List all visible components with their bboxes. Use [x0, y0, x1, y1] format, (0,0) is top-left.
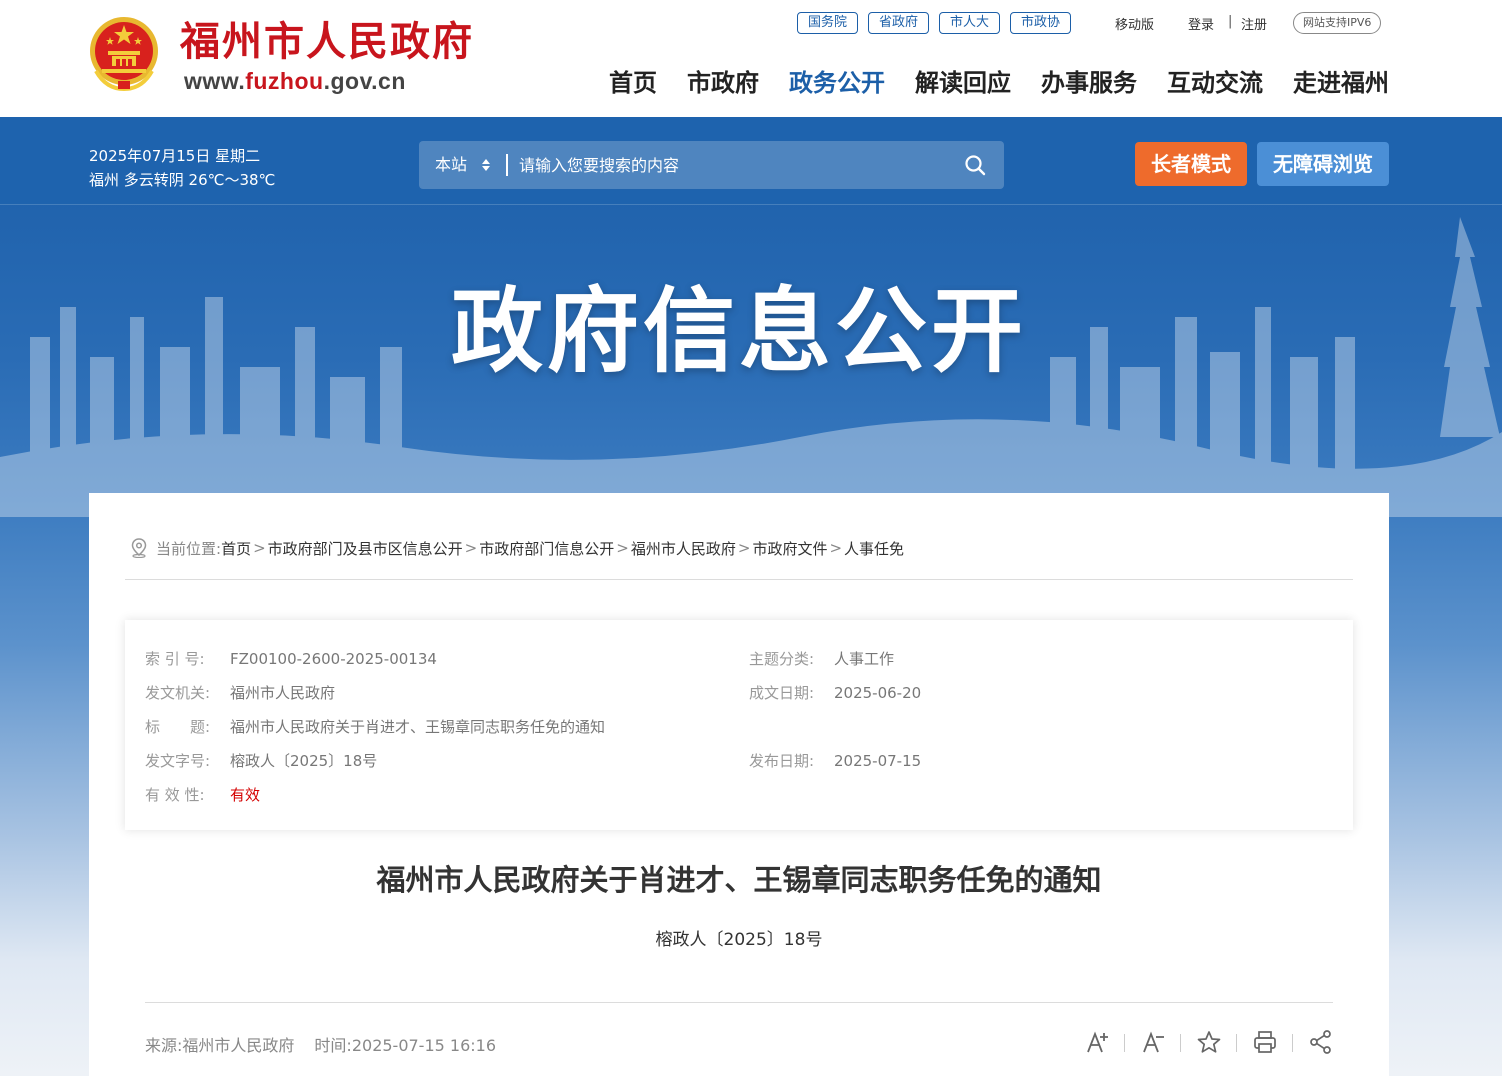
meta-validity-value: 有效 — [230, 786, 261, 804]
meta-issuer-label: 发文机关: — [145, 684, 211, 702]
search-icon[interactable] — [964, 154, 986, 176]
meta-issuer-value: 福州市人民政府 — [230, 684, 336, 702]
meta-publish-value: 2025-07-15 — [834, 752, 922, 770]
meta-publish-date: 发布日期: 2025-07-15 — [749, 750, 921, 771]
breadcrumb-city-gov[interactable]: 福州市人民政府 — [631, 538, 736, 559]
toolbar-divider — [1236, 1034, 1237, 1052]
elder-mode-button[interactable]: 长者模式 — [1135, 142, 1247, 186]
font-decrease-icon[interactable] — [1141, 1029, 1167, 1055]
nav-services[interactable]: 办事服务 — [1041, 63, 1137, 103]
mobile-version-link[interactable]: 移动版 — [1115, 14, 1154, 33]
meta-publish-label: 发布日期: — [749, 752, 815, 770]
main-nav: 首页 市政府 政务公开 解读回应 办事服务 互动交流 走进福州 — [579, 63, 1389, 103]
article-doc-number: 榕政人〔2025〕18号 — [655, 930, 823, 950]
meta-topic-label: 主题分类: — [749, 650, 815, 668]
top-pill-links: 国务院 省政府 市人大 市政协 — [797, 12, 1081, 34]
meta-written-value: 2025-06-20 — [834, 684, 922, 702]
share-icon[interactable] — [1308, 1029, 1334, 1055]
login-link[interactable]: 登录 — [1188, 14, 1214, 33]
meta-title-value: 福州市人民政府关于肖进才、王锡章同志职务任免的通知 — [230, 718, 606, 736]
link-city-cppcc[interactable]: 市政协 — [1010, 12, 1072, 34]
breadcrumb-personnel[interactable]: 人事任免 — [844, 538, 904, 559]
register-link[interactable]: 注册 — [1241, 14, 1267, 33]
search-bar: 本站 — [419, 141, 1004, 189]
meta-index: 索 引 号: FZ00100-2600-2025-00134 — [145, 648, 437, 669]
ipv6-badge: 网站支持IPV6 — [1293, 12, 1382, 34]
meta-title-label: 标 题: — [145, 718, 211, 736]
breadcrumb-separator: > — [253, 539, 266, 557]
banner-utility-bar: 2025年07月15日 星期二 福州 多云转阴 26℃～38℃ 本站 长者模式 … — [0, 117, 1502, 205]
meta-written-label: 成文日期: — [749, 684, 815, 702]
meta-written-date: 成文日期: 2025-06-20 — [749, 682, 921, 703]
link-state-council[interactable]: 国务院 — [797, 12, 859, 34]
toolbar-divider — [1292, 1034, 1293, 1052]
breadcrumb-divider — [125, 579, 1353, 580]
search-input[interactable] — [519, 149, 949, 181]
nav-city-government[interactable]: 市政府 — [687, 63, 759, 103]
meta-index-label: 索 引 号: — [145, 650, 205, 668]
link-provincial-gov[interactable]: 省政府 — [868, 12, 930, 34]
banner-title: 政府信息公开 — [450, 278, 1027, 385]
meta-topic-value: 人事工作 — [834, 650, 895, 668]
meta-validity-label: 有 效 性: — [145, 786, 205, 804]
current-date: 2025年07月15日 星期二 — [89, 147, 261, 165]
article-title: 福州市人民政府关于肖进才、王锡章同志职务任免的通知 — [376, 863, 1102, 897]
article-divider — [145, 1002, 1333, 1003]
meta-topic: 主题分类: 人事工作 — [749, 648, 894, 669]
nav-interpretation[interactable]: 解读回应 — [915, 63, 1011, 103]
meta-docno-label: 发文字号: — [145, 752, 211, 770]
meta-doc-number: 发文字号: 榕政人〔2025〕18号 — [145, 750, 377, 771]
url-highlight: fuzhou — [245, 68, 324, 94]
nav-gov-affairs[interactable]: 政务公开 — [789, 63, 885, 103]
site-url: www.fuzhou.gov.cn — [184, 68, 406, 95]
toolbar-divider — [1124, 1034, 1125, 1052]
search-divider — [506, 154, 508, 176]
link-city-congress[interactable]: 市人大 — [939, 12, 1001, 34]
url-prefix: www. — [184, 68, 246, 94]
content-card: 当前位置: 首页 > 市政府部门及县市区信息公开 > 市政府部门信息公开 > 福… — [89, 493, 1389, 1076]
print-icon[interactable] — [1252, 1029, 1278, 1055]
site-name: 福州市人民政府 — [180, 18, 474, 65]
nav-home[interactable]: 首页 — [609, 63, 657, 103]
toolbar-divider — [1180, 1034, 1181, 1052]
breadcrumb-separator: > — [829, 539, 843, 557]
meta-title: 标 题: 福州市人民政府关于肖进才、王锡章同志职务任免的通知 — [145, 716, 605, 737]
star-icon[interactable] — [1196, 1029, 1222, 1055]
nav-interaction[interactable]: 互动交流 — [1167, 63, 1263, 103]
location-pin-icon — [131, 538, 147, 558]
meta-validity: 有 效 性: 有效 — [145, 784, 260, 805]
breadcrumb-label: 当前位置: — [156, 539, 222, 558]
breadcrumb-dept-info[interactable]: 市政府部门信息公开 — [479, 538, 614, 559]
font-increase-icon[interactable] — [1085, 1029, 1111, 1055]
breadcrumb: 当前位置: 首页 > 市政府部门及县市区信息公开 > 市政府部门信息公开 > 福… — [130, 537, 904, 559]
document-meta-panel: 索 引 号: FZ00100-2600-2025-00134 主题分类: 人事工作 … — [125, 620, 1353, 830]
emblem-icon — [90, 17, 158, 91]
breadcrumb-dept-county[interactable]: 市政府部门及县市区信息公开 — [268, 538, 463, 559]
meta-docno-value: 榕政人〔2025〕18号 — [230, 752, 378, 770]
breadcrumb-gov-documents[interactable]: 市政府文件 — [752, 538, 827, 559]
breadcrumb-separator: > — [737, 539, 751, 557]
login-separator: | — [1228, 14, 1233, 29]
meta-issuer: 发文机关: 福州市人民政府 — [145, 682, 335, 703]
meta-index-value: FZ00100-2600-2025-00134 — [230, 650, 437, 668]
breadcrumb-separator: > — [616, 539, 629, 557]
accessible-browse-button[interactable]: 无障碍浏览 — [1257, 142, 1389, 186]
url-suffix: .gov.cn — [323, 68, 406, 94]
sort-arrows-icon[interactable] — [481, 157, 491, 173]
search-scope-select[interactable]: 本站 — [435, 141, 467, 189]
breadcrumb-home[interactable]: 首页 — [221, 538, 251, 559]
nav-about-fuzhou[interactable]: 走进福州 — [1293, 63, 1389, 103]
breadcrumb-separator: > — [464, 539, 478, 557]
article-toolbar — [89, 1029, 1389, 1057]
weather-info: 福州 多云转阴 26℃～38℃ — [89, 171, 276, 189]
site-header: 福州市人民政府 www.fuzhou.gov.cn 国务院 省政府 市人大 市政… — [0, 0, 1502, 117]
